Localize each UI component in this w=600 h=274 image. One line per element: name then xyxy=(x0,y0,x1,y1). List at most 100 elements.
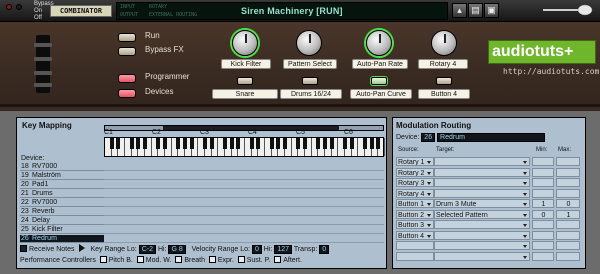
key-range-lane[interactable] xyxy=(104,199,384,207)
black-key[interactable] xyxy=(323,138,327,149)
bypass-fx-button[interactable] xyxy=(118,47,136,56)
mod-button-3[interactable] xyxy=(371,77,387,85)
device-list-item[interactable]: 26 Redrum xyxy=(20,235,104,243)
black-key[interactable] xyxy=(283,138,287,149)
velocity-hi-field[interactable]: 127 xyxy=(274,245,292,254)
black-key[interactable] xyxy=(369,138,374,149)
velocity-lo-field[interactable]: 0 xyxy=(251,245,262,254)
key-range-lane[interactable] xyxy=(104,235,384,243)
rotary-knob-3[interactable] xyxy=(366,30,392,56)
programmer-button[interactable] xyxy=(118,74,136,83)
mod-wheel-checkbox[interactable] xyxy=(136,256,144,263)
rack-fader[interactable] xyxy=(34,35,52,93)
device-list-item[interactable]: 21 Drums xyxy=(20,190,104,198)
black-key[interactable] xyxy=(109,138,114,149)
rotary-knob-1[interactable] xyxy=(232,30,258,56)
mod-min-field[interactable] xyxy=(532,178,554,187)
mod-target-dropdown[interactable] xyxy=(434,157,530,166)
browse-patch-button[interactable]: ▤ xyxy=(468,3,483,18)
mod-target-dropdown[interactable]: Drum 3 Mute xyxy=(434,199,530,208)
mod-max-field[interactable] xyxy=(556,230,580,240)
device-list-item[interactable]: 20 Pad1 xyxy=(20,181,104,189)
mod-max-field[interactable] xyxy=(556,241,580,250)
mod-min-field[interactable] xyxy=(532,230,554,240)
rotary-knob-2[interactable] xyxy=(296,30,322,56)
device-list-item[interactable]: 25 Kick Filter xyxy=(20,226,104,234)
mod-min-field[interactable] xyxy=(532,251,554,261)
mod-max-field[interactable] xyxy=(556,178,580,187)
black-key[interactable] xyxy=(249,138,254,149)
on-led[interactable] xyxy=(16,4,22,10)
key-range-lane[interactable] xyxy=(104,163,384,171)
black-key[interactable] xyxy=(256,138,261,149)
mod-max-field[interactable] xyxy=(556,188,580,198)
black-key[interactable] xyxy=(296,138,301,149)
breath-checkbox[interactable] xyxy=(175,256,183,263)
black-key[interactable] xyxy=(236,138,241,149)
piano-keys[interactable] xyxy=(104,137,385,157)
mod-min-field[interactable] xyxy=(532,241,554,250)
black-key[interactable] xyxy=(189,138,194,149)
black-key[interactable] xyxy=(316,138,321,149)
key-range-lo-field[interactable]: C-2 xyxy=(138,245,156,254)
mod-target-dropdown[interactable] xyxy=(434,188,530,198)
black-key[interactable] xyxy=(163,138,167,149)
mod-button-4[interactable] xyxy=(436,77,452,85)
mod-min-field[interactable]: 1 xyxy=(532,199,554,208)
black-key[interactable] xyxy=(329,138,334,149)
mod-max-field[interactable]: 0 xyxy=(556,199,580,208)
black-key[interactable] xyxy=(343,138,347,149)
receive-notes-checkbox[interactable] xyxy=(20,245,27,252)
mod-max-field[interactable]: 1 xyxy=(556,209,580,219)
save-patch-button[interactable]: ▣ xyxy=(484,3,499,18)
device-list-item[interactable]: 22 RV7000 xyxy=(20,199,104,207)
sustain-pedal-checkbox[interactable] xyxy=(237,256,245,263)
black-key[interactable] xyxy=(129,138,134,149)
black-key[interactable] xyxy=(136,138,141,149)
key-range-lane[interactable] xyxy=(104,226,384,234)
key-range-lane[interactable] xyxy=(104,208,384,216)
mod-min-field[interactable] xyxy=(532,188,554,198)
device-list-item[interactable]: 19 Malström xyxy=(20,172,104,180)
patch-prev-next-button[interactable]: ▴ xyxy=(452,3,467,18)
mod-min-field[interactable] xyxy=(532,220,554,229)
patch-name[interactable]: Siren Machinery [RUN] xyxy=(241,6,343,16)
black-key[interactable] xyxy=(269,138,274,149)
bypass-led[interactable] xyxy=(6,4,12,10)
mod-min-field[interactable] xyxy=(532,157,554,166)
mod-button-1[interactable] xyxy=(237,77,253,85)
black-key[interactable] xyxy=(209,138,214,149)
black-key[interactable] xyxy=(116,138,121,149)
aftertouch-checkbox[interactable] xyxy=(274,256,282,263)
rotary-knob-4[interactable] xyxy=(431,30,457,56)
run-button[interactable] xyxy=(118,33,136,42)
key-range-lane[interactable] xyxy=(104,217,384,225)
black-key[interactable] xyxy=(223,138,227,149)
pitch-bend-checkbox[interactable] xyxy=(99,256,107,263)
mod-target-dropdown[interactable] xyxy=(434,178,530,187)
black-key[interactable] xyxy=(183,138,187,149)
expression-checkbox[interactable] xyxy=(208,256,216,263)
mod-target-dropdown[interactable] xyxy=(434,241,530,250)
black-key[interactable] xyxy=(143,138,147,149)
mod-target-dropdown[interactable]: Selected Pattern xyxy=(434,209,530,219)
mod-min-field[interactable]: 0 xyxy=(532,209,554,219)
mod-min-field[interactable] xyxy=(532,167,554,177)
mod-target-dropdown[interactable] xyxy=(434,230,530,240)
mod-max-field[interactable] xyxy=(556,167,580,177)
transpose-field[interactable]: 0 xyxy=(319,245,330,254)
black-key[interactable] xyxy=(363,138,367,149)
key-range-lanes[interactable] xyxy=(104,159,384,245)
black-key[interactable] xyxy=(376,138,381,149)
keyboard-scrollbar[interactable] xyxy=(104,125,384,131)
devices-button[interactable] xyxy=(118,89,136,98)
mod-target-dropdown[interactable] xyxy=(434,251,530,261)
black-key[interactable] xyxy=(176,138,181,149)
device-list-item[interactable]: 18 RV7000 xyxy=(20,163,104,171)
mod-target-dropdown[interactable] xyxy=(434,167,530,177)
black-key[interactable] xyxy=(229,138,234,149)
mod-max-field[interactable] xyxy=(556,157,580,166)
black-key[interactable] xyxy=(276,138,281,149)
mod-max-field[interactable] xyxy=(556,251,580,261)
device-list-item[interactable]: 24 Delay xyxy=(20,217,104,225)
